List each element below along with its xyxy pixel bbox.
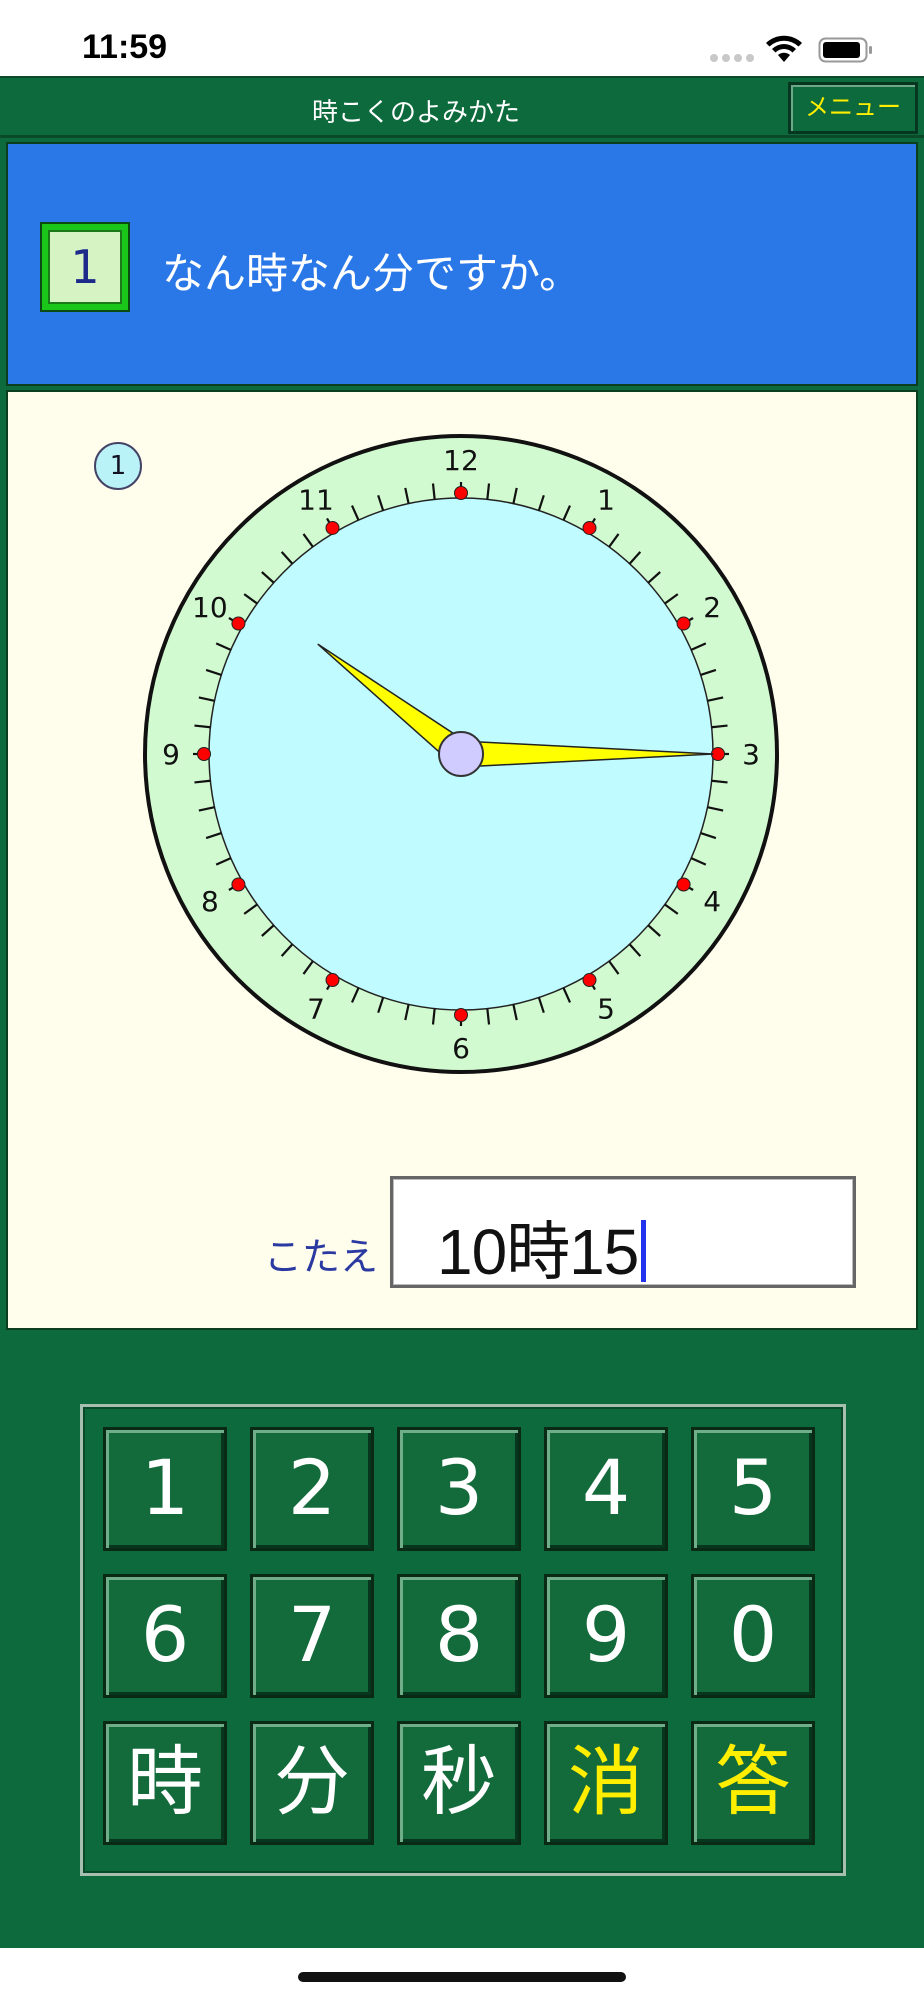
key-2[interactable]: 2	[250, 1427, 374, 1551]
key-answer[interactable]: 答	[691, 1721, 815, 1845]
hour-marker-dot	[197, 747, 211, 761]
question-band: 1 なん時なん分ですか。	[0, 138, 924, 390]
key-3[interactable]: 3	[397, 1427, 521, 1551]
hour-marker-dot	[231, 616, 246, 631]
answer-value: 10時15	[437, 1201, 647, 1293]
wifi-icon	[766, 35, 802, 62]
cellular-signal-icon	[710, 54, 754, 62]
key-clear[interactable]: 消	[544, 1721, 668, 1845]
clock-number: 1	[597, 483, 615, 516]
hour-marker-dot	[582, 973, 597, 988]
clock-number: 5	[597, 993, 615, 1026]
answer-label: こたえ	[264, 1235, 379, 1279]
key-4[interactable]: 4	[544, 1427, 668, 1551]
text-caret	[641, 1220, 647, 1282]
keypad: 12345 67890 時分秒消答	[80, 1404, 846, 1876]
home-indicator-area	[0, 1948, 924, 2000]
hour-marker-dot	[325, 973, 340, 988]
clock-number: 12	[443, 444, 479, 477]
key-5[interactable]: 5	[691, 1427, 815, 1551]
clock-area: 12 1 2 3 4 5 6 7 8 9 10 11 1 こたえ 10時15	[0, 390, 924, 1336]
battery-icon	[818, 37, 872, 63]
clock-number: 6	[452, 1032, 470, 1065]
hour-marker-dot	[454, 486, 468, 500]
answer-input[interactable]: 10時15	[390, 1176, 856, 1288]
clock-number: 9	[162, 738, 180, 771]
hour-marker-dot	[676, 877, 691, 892]
app-title: 時こくのよみかた	[311, 98, 520, 128]
clock-number: 2	[703, 591, 721, 624]
question-panel: 1 なん時なん分ですか。	[6, 142, 918, 386]
key-minute[interactable]: 分	[250, 1721, 374, 1845]
status-bar: 11:59	[0, 0, 924, 76]
clock-number: 11	[298, 483, 334, 516]
menu-button[interactable]: メニュー	[788, 82, 918, 134]
app-header: 時こくのよみかた メニュー	[0, 76, 924, 138]
clock-number: 4	[703, 885, 721, 918]
home-indicator[interactable]	[298, 1972, 626, 1982]
key-0[interactable]: 0	[691, 1574, 815, 1698]
clock-number: 10	[192, 591, 228, 624]
hour-marker-dot	[676, 616, 691, 631]
key-9[interactable]: 9	[544, 1574, 668, 1698]
app-screen: 11:59 時こくのよみかた メニュー 1 なん時なん分ですか。 12 1 2 3 4 5…	[0, 0, 924, 2000]
hour-marker-dot	[325, 520, 340, 535]
question-text: なん時なん分ですか。	[162, 249, 582, 298]
clock-hub	[438, 731, 484, 777]
problem-index-badge: 1	[94, 442, 142, 490]
key-7[interactable]: 7	[250, 1574, 374, 1698]
answer-text: 10時15	[437, 1216, 639, 1288]
key-6[interactable]: 6	[103, 1574, 227, 1698]
key-hour[interactable]: 時	[103, 1721, 227, 1845]
clock-number: 7	[307, 993, 325, 1026]
key-1[interactable]: 1	[103, 1427, 227, 1551]
question-number: 1	[48, 230, 122, 304]
key-second[interactable]: 秒	[397, 1721, 521, 1845]
status-time: 11:59	[82, 28, 168, 66]
clock-number: 3	[742, 738, 760, 771]
hour-marker-dot	[582, 520, 597, 535]
hour-marker-dot	[454, 1008, 468, 1022]
hour-marker-dot	[231, 877, 246, 892]
question-number-badge: 1	[40, 222, 130, 312]
clock-panel: 12 1 2 3 4 5 6 7 8 9 10 11 1 こたえ 10時15	[6, 390, 918, 1330]
keypad-area: 12345 67890 時分秒消答	[0, 1336, 924, 1948]
key-8[interactable]: 8	[397, 1574, 521, 1698]
clock-number: 8	[201, 885, 219, 918]
